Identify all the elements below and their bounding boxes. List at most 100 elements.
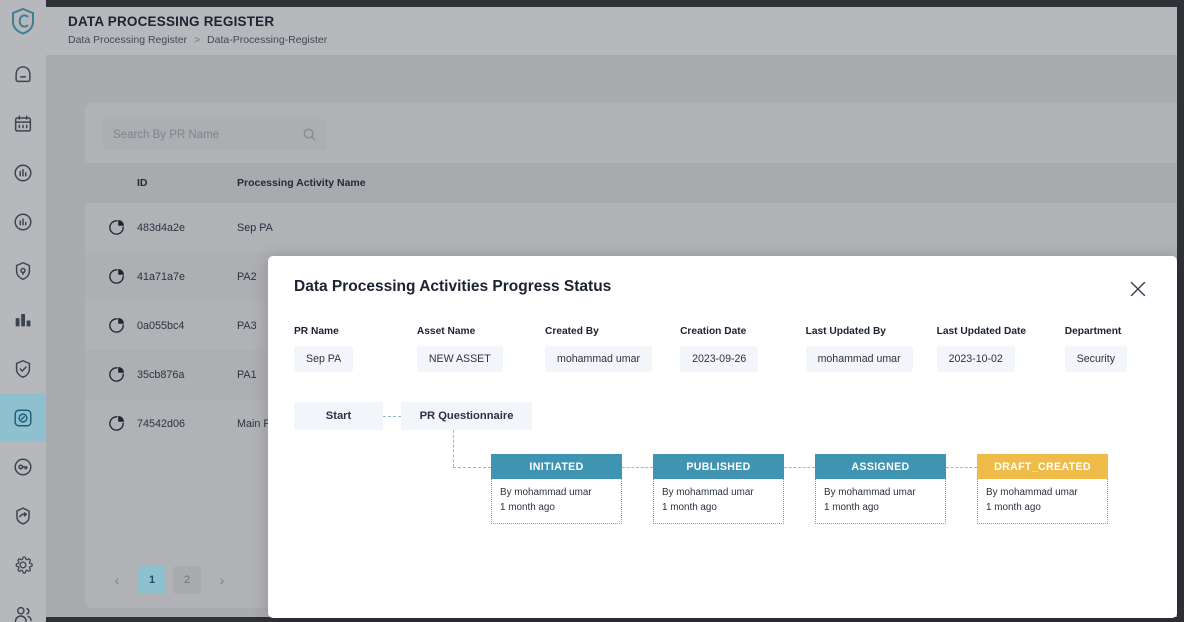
sidebar-item-2[interactable]	[0, 99, 46, 148]
connector-stage-2-3	[784, 467, 815, 468]
row-name: Sep PA	[237, 221, 273, 234]
pagination: ‹ 1 2 ›	[103, 566, 236, 594]
meta-label-5: Last Updated By	[805, 326, 886, 337]
stage-status-3: ASSIGNED	[815, 454, 946, 479]
compass-icon	[12, 407, 34, 429]
pie-chart-icon[interactable]	[107, 365, 126, 384]
row-icon-cell[interactable]	[85, 399, 137, 448]
app-root: DATA PROCESSING REGISTER Data Processing…	[0, 0, 1184, 622]
modal-header: Data Processing Activities Progress Stat…	[268, 256, 1177, 300]
meta-value-4: 2023-09-26	[680, 346, 759, 372]
meta-value-6: 2023-10-02	[936, 346, 1015, 372]
flow-node-start: Start	[294, 402, 383, 430]
meta-field-6: Last Updated Date 2023-10-02	[936, 326, 1041, 372]
pagination-next[interactable]: ›	[208, 566, 236, 594]
meta-label-1: PR Name	[294, 326, 339, 337]
meta-value-1: Sep PA	[294, 346, 354, 372]
flow-stage-initiated: INITIATED By mohammad umar 1 month ago	[491, 454, 622, 524]
sidebar-item-7[interactable]	[0, 344, 46, 393]
meta-value-2: NEW ASSET	[416, 346, 503, 372]
row-icon-cell[interactable]	[85, 350, 137, 399]
breadcrumb-root[interactable]: Data Processing Register	[68, 34, 187, 46]
stage-body-1: By mohammad umar 1 month ago	[491, 479, 622, 524]
window-frame-right	[1177, 0, 1184, 622]
sidebar-item-4[interactable]	[0, 197, 46, 246]
breadcrumb: Data Processing Register > Data-Processi…	[68, 34, 1177, 46]
meta-field-5: Last Updated By mohammad umar	[805, 326, 913, 372]
connector-stage-1-2	[622, 467, 653, 468]
stage-when-4: 1 month ago	[986, 502, 1041, 514]
stage-by-2: By mohammad umar	[662, 487, 754, 498]
modal-meta-grid: PR Name Sep PA Asset Name NEW ASSET Created …	[268, 326, 1177, 372]
progress-status-modal: Data Processing Activities Progress Stat…	[268, 256, 1177, 618]
flow-stage-draft_created: DRAFT_CREATED By mohammad umar 1 month ago	[977, 454, 1108, 524]
calendar-icon	[12, 113, 34, 135]
meta-field-1: PR Name Sep PA	[294, 326, 393, 372]
page-header: DATA PROCESSING REGISTER Data Processing…	[46, 7, 1177, 55]
meta-field-4: Creation Date 2023-09-26	[680, 326, 782, 372]
stage-when-3: 1 month ago	[824, 502, 879, 514]
connector-stage-3-4	[946, 467, 977, 468]
table-col-id: ID	[137, 163, 237, 203]
sidebar-item-9[interactable]	[0, 442, 46, 491]
search-row: Search By PR Name	[85, 103, 1184, 150]
key-circle-icon	[12, 456, 34, 478]
row-id: 483d4a2e	[137, 221, 186, 234]
sidebar-item-11[interactable]	[0, 540, 46, 589]
meta-value-5: mohammad umar	[805, 346, 913, 372]
meta-label-6: Last Updated Date	[936, 326, 1027, 337]
pie-chart-icon[interactable]	[107, 218, 126, 237]
pie-chart-icon[interactable]	[107, 267, 126, 286]
modal-title: Data Processing Activities Progress Stat…	[294, 278, 612, 295]
close-icon[interactable]	[1127, 278, 1149, 300]
pagination-page-2[interactable]: 2	[173, 566, 201, 594]
row-id: 35cb876a	[137, 368, 185, 381]
sidebar-item-8[interactable]	[0, 393, 46, 442]
table-col-name: Processing Activity Name	[237, 163, 1184, 203]
app-logo[interactable]	[0, 0, 46, 46]
flow-node-questionnaire: PR Questionnaire	[401, 402, 532, 430]
gear-icon	[12, 554, 34, 576]
table-row[interactable]: 483d4a2e Sep PA	[85, 203, 1184, 252]
workflow-diagram: Start PR Questionnaire INITIATED By moham…	[268, 402, 1177, 532]
stage-when-2: 1 month ago	[662, 502, 717, 514]
meta-value-7: Security	[1064, 346, 1127, 372]
chart-circle-alt-icon	[12, 211, 34, 233]
sidebar-item-1[interactable]	[0, 50, 46, 99]
stage-status-4: DRAFT_CREATED	[977, 454, 1108, 479]
badge-icon	[12, 505, 34, 527]
meta-label-3: Created By	[545, 326, 599, 337]
sidebar-item-10[interactable]	[0, 491, 46, 540]
stage-body-3: By mohammad umar 1 month ago	[815, 479, 946, 524]
row-id: 0a055bc4	[137, 319, 185, 332]
sidebar-item-3[interactable]	[0, 148, 46, 197]
row-icon-cell[interactable]	[85, 301, 137, 350]
users-icon	[12, 603, 34, 622]
pie-chart-icon[interactable]	[107, 316, 126, 335]
table-header-row: ID Processing Activity Name	[85, 163, 1184, 203]
row-id: 74542d06	[137, 417, 186, 430]
table-col-icon	[85, 163, 137, 203]
meta-field-7: Department Security	[1064, 326, 1127, 372]
window-frame-top	[0, 0, 1184, 7]
row-id: 41a71a7e	[137, 270, 186, 283]
search-input[interactable]: Search By PR Name	[103, 119, 327, 150]
sidebar-item-5[interactable]	[0, 246, 46, 295]
row-icon-cell[interactable]	[85, 203, 137, 252]
row-icon-cell[interactable]	[85, 252, 137, 301]
sidebar	[0, 0, 46, 622]
home-icon	[12, 64, 34, 86]
stage-status-1: INITIATED	[491, 454, 622, 479]
stage-by-1: By mohammad umar	[500, 487, 592, 498]
stage-status-2: PUBLISHED	[653, 454, 784, 479]
search-icon[interactable]	[302, 127, 317, 142]
pagination-page-1[interactable]: 1	[138, 566, 166, 594]
pie-chart-icon[interactable]	[107, 414, 126, 433]
connector-start-questionnaire	[383, 416, 401, 417]
search-placeholder: Search By PR Name	[113, 128, 220, 141]
chart-circle-icon	[12, 162, 34, 184]
pagination-prev[interactable]: ‹	[103, 566, 131, 594]
sidebar-item-12[interactable]	[0, 589, 46, 622]
meta-label-7: Department	[1064, 326, 1122, 337]
sidebar-item-6[interactable]	[0, 295, 46, 344]
